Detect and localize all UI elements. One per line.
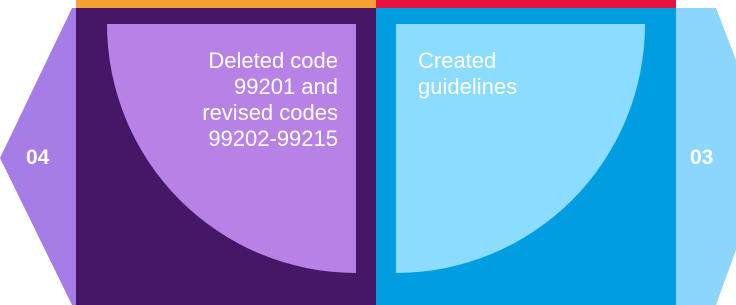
step-03-number: 03 (690, 146, 714, 169)
step-03-text-line: Created (418, 48, 497, 73)
process-diagram: 04 03 Deleted code 99201 and revised cod… (0, 0, 736, 305)
step-04-text-line: Deleted code (208, 48, 338, 73)
diagram-canvas (0, 0, 736, 305)
step-04-text-line: 99201 and (234, 74, 338, 99)
step-03-top-bar (376, 0, 676, 8)
step-04-text-line: revised codes (202, 100, 338, 125)
step-04-text-line: 99202-99215 (208, 126, 338, 151)
step-03-text-line: guidelines (418, 74, 518, 99)
step-03-text: Created guidelines (418, 48, 618, 100)
step-04-top-bar (76, 0, 376, 8)
step-04-text: Deleted code 99201 and revised codes 992… (140, 48, 338, 152)
step-04-number: 04 (26, 146, 50, 169)
